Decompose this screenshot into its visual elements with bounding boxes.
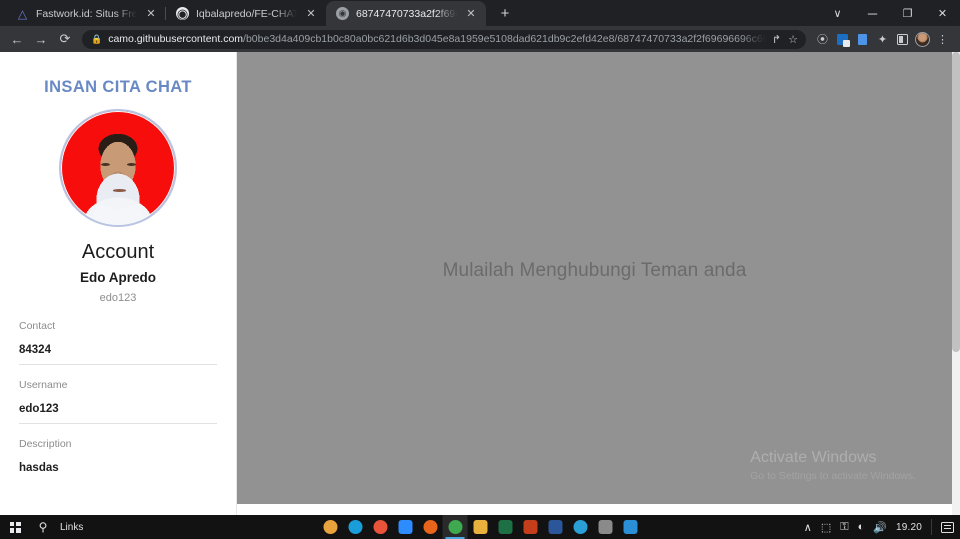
tray-chevron-icon[interactable]: ∧ — [804, 521, 812, 534]
onedrive-icon[interactable]: ⬚ — [821, 521, 831, 534]
field-description[interactable]: Description hasdas — [19, 438, 217, 482]
taskbar-app-opera[interactable] — [368, 515, 393, 539]
taskbar-links-label[interactable]: Links — [56, 522, 83, 533]
lock-icon: 🔒 — [91, 33, 103, 44]
volume-icon[interactable]: 🔊 — [873, 521, 887, 534]
taskbar-app-chrome[interactable] — [442, 515, 468, 539]
taskbar-app-cortana[interactable] — [568, 515, 593, 539]
search-icon[interactable]: ⚲ — [30, 515, 56, 539]
watermark-title: Activate Windows — [750, 449, 877, 466]
avatar-detail — [87, 204, 149, 225]
close-window-button[interactable]: ✕ — [925, 0, 960, 26]
security-shield-icon[interactable]: ⚿ — [840, 521, 848, 534]
chrome-menu-icon[interactable]: ⋮ — [933, 30, 952, 49]
taskbar-app-edge[interactable] — [343, 515, 368, 539]
account-username-handle: edo123 — [99, 292, 137, 304]
app-brand-title: INSAN CITA CHAT — [44, 78, 192, 96]
maximize-button[interactable]: ❐ — [890, 0, 925, 26]
profile-avatar-icon[interactable] — [913, 30, 932, 49]
account-heading: Account — [81, 241, 155, 263]
tab-strip: △ Fastwork.id: Situs Freelance Onlin ✕ ◉… — [0, 0, 960, 26]
back-icon[interactable]: ← — [6, 28, 28, 50]
start-button[interactable] — [0, 515, 30, 539]
sharepoint-extension-icon[interactable]: ⦿ — [813, 30, 832, 49]
url-host: camo.githubusercontent.com — [108, 33, 244, 45]
taskbar-app-zoom[interactable] — [393, 515, 418, 539]
github-favicon-icon: ◉ — [176, 6, 189, 21]
taskbar-app-vscode[interactable] — [618, 515, 643, 539]
tab-close-icon[interactable]: ✕ — [304, 7, 318, 21]
browser-tab-1[interactable]: ◉ Iqbalapredo/FE-CHAT ✕ — [165, 1, 326, 26]
url-text: camo.githubusercontent.com/b0be3d4a409cb… — [108, 33, 766, 45]
taskbar-app-store[interactable] — [318, 515, 343, 539]
window-controls: ∨ ─ ❐ ✕ — [820, 0, 960, 26]
field-label: Contact — [19, 320, 56, 332]
browser-tab-2[interactable]: ◉ 68747470733a2f2f69696696c692e6f ✕ — [326, 1, 486, 26]
tray-divider — [931, 519, 932, 535]
taskbar-app-firefox[interactable] — [418, 515, 443, 539]
address-bar[interactable]: 🔒 camo.githubusercontent.com/b0be3d4a409… — [82, 29, 806, 49]
field-contact[interactable]: Contact 84324 — [19, 320, 217, 365]
tab-title: Fastwork.id: Situs Freelance Onlin — [36, 7, 137, 20]
docs-extension-icon[interactable] — [853, 30, 872, 49]
account-sidebar: INSAN CITA CHAT Account Edo Apredo edo12… — [0, 52, 237, 515]
forward-icon[interactable]: → — [30, 28, 52, 50]
tab-close-icon[interactable]: ✕ — [464, 7, 478, 21]
windows-activation-watermark: Activate Windows Go to Settings to activ… — [750, 448, 916, 482]
system-tray: ∧ ⬚ ⚿ ◐ 🔊 19.20 — [804, 515, 960, 539]
browser-tab-0[interactable]: △ Fastwork.id: Situs Freelance Onlin ✕ — [6, 1, 166, 26]
field-label: Username — [19, 379, 68, 391]
new-tab-button[interactable]: + — [492, 1, 518, 26]
page-scrollbar[interactable] — [952, 52, 960, 515]
taskbar-app-word[interactable] — [543, 515, 568, 539]
field-value[interactable]: edo123 — [19, 403, 217, 415]
field-label: Description — [19, 438, 72, 450]
puzzle-extensions-icon[interactable]: ✦ — [873, 30, 892, 49]
field-value[interactable]: 84324 — [19, 344, 217, 356]
tab-close-icon[interactable]: ✕ — [144, 7, 158, 21]
generic-favicon-icon: ◉ — [336, 7, 349, 20]
tab-title: 68747470733a2f2f69696696c692e6f — [356, 7, 457, 20]
scrollbar-thumb[interactable] — [952, 52, 960, 352]
share-icon[interactable]: ↱ — [772, 33, 781, 46]
profile-avatar[interactable] — [59, 109, 177, 227]
bookmark-star-icon[interactable]: ☆ — [788, 33, 798, 46]
windows-taskbar: ⚲ Links ∧ ⬚ ⚿ ◐ 🔊 19.20 — [0, 515, 960, 539]
avatar-detail — [127, 163, 136, 166]
side-panel-icon[interactable] — [893, 30, 912, 49]
avatar-detail — [101, 163, 110, 166]
empty-state-message: Mulailah Menghubungi Teman anda — [442, 260, 747, 281]
taskbar-app-list — [318, 515, 643, 539]
field-username[interactable]: Username edo123 — [19, 379, 217, 424]
url-path: /b0be3d4a409cb1b0c80a0bc621d6b3d045e8a19… — [243, 33, 766, 45]
network-icon[interactable]: ◐ — [858, 521, 865, 533]
chrome-browser-window: △ Fastwork.id: Situs Freelance Onlin ✕ ◉… — [0, 0, 960, 515]
taskbar-app-powerpoint[interactable] — [518, 515, 543, 539]
taskbar-app-postgresql[interactable] — [593, 515, 618, 539]
browser-toolbar: ← → ⟳ 🔒 camo.githubusercontent.com/b0be3… — [0, 26, 960, 52]
tab-title: Iqbalapredo/FE-CHAT — [196, 7, 297, 20]
page-viewport: INSAN CITA CHAT Account Edo Apredo edo12… — [0, 52, 960, 515]
notifications-icon[interactable] — [941, 521, 954, 533]
minimize-button[interactable]: ─ — [855, 0, 890, 26]
windows-logo-icon — [9, 521, 21, 533]
office-extension-icon[interactable] — [833, 30, 852, 49]
reload-icon[interactable]: ⟳ — [54, 28, 76, 50]
extensions-area: ⦿ ✦ ⋮ — [813, 30, 954, 49]
taskbar-app-excel[interactable] — [493, 515, 518, 539]
avatar-detail — [113, 189, 126, 192]
avatar-container — [0, 109, 236, 227]
account-display-name: Edo Apredo — [80, 270, 156, 285]
taskbar-clock[interactable]: 19.20 — [896, 522, 922, 533]
field-value[interactable]: hasdas — [19, 462, 217, 474]
watermark-subtitle: Go to Settings to activate Windows. — [750, 470, 916, 482]
taskbar-app-file-explorer[interactable] — [468, 515, 493, 539]
account-fields: Contact 84324 Username edo123 Descriptio… — [0, 320, 236, 482]
chat-main-panel: Mulailah Menghubungi Teman anda Activate… — [237, 52, 952, 504]
fastwork-favicon-icon: △ — [17, 6, 28, 21]
tab-search-chevron-icon[interactable]: ∨ — [820, 0, 855, 26]
